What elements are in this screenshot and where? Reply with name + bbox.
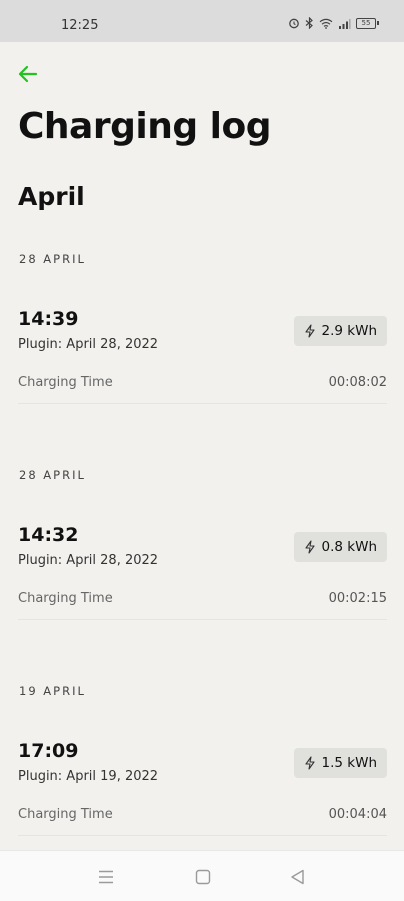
triangle-back-icon[interactable] [289, 868, 307, 886]
charging-time-value: 00:08:02 [328, 375, 387, 390]
bluetooth-icon [305, 17, 313, 29]
date-header: 19 APRIL [19, 684, 86, 698]
date-header: 28 APRIL [19, 252, 86, 266]
home-square-icon[interactable] [194, 868, 212, 886]
entry-time: 14:39 [18, 308, 79, 330]
alarm-icon [289, 18, 299, 29]
status-time: 12:25 [61, 18, 99, 33]
signal-icon [339, 18, 351, 29]
divider [18, 403, 387, 404]
energy-value: 0.8 kWh [321, 539, 377, 555]
back-arrow-icon[interactable] [16, 62, 40, 86]
battery-icon: 55 [356, 17, 379, 29]
status-bar: 12:25 55 [0, 0, 404, 42]
status-icons: 55 [288, 17, 379, 29]
entry-plugin-date: Plugin: April 28, 2022 [18, 337, 159, 352]
divider [18, 619, 387, 620]
entry-time: 17:09 [18, 740, 79, 762]
energy-badge: 2.9 kWh [293, 316, 387, 346]
month-title: April [18, 182, 85, 211]
charging-time-label: Charging Time [18, 375, 113, 390]
divider [18, 835, 387, 836]
date-header: 28 APRIL [19, 468, 86, 482]
system-nav-bar [0, 850, 404, 901]
lightning-icon [304, 756, 315, 770]
energy-value: 2.9 kWh [321, 323, 377, 339]
log-entry[interactable]: 17:09 Plugin: April 19, 2022 1.5 kWh Cha… [18, 740, 387, 850]
battery-level: 55 [356, 17, 376, 29]
lightning-icon [304, 540, 315, 554]
entry-time: 14:32 [18, 524, 79, 546]
menu-icon[interactable] [97, 868, 115, 886]
page-title: Charging log [18, 106, 271, 147]
log-entry[interactable]: 14:32 Plugin: April 28, 2022 0.8 kWh Cha… [18, 524, 387, 634]
log-entry[interactable]: 14:39 Plugin: April 28, 2022 2.9 kWh Cha… [18, 308, 387, 418]
lightning-icon [304, 324, 315, 338]
energy-value: 1.5 kWh [321, 755, 377, 771]
charging-time-label: Charging Time [18, 591, 113, 606]
energy-badge: 0.8 kWh [293, 532, 387, 562]
entry-plugin-date: Plugin: April 19, 2022 [18, 769, 159, 784]
charging-time-label: Charging Time [18, 807, 113, 822]
entry-plugin-date: Plugin: April 28, 2022 [18, 553, 159, 568]
wifi-icon [319, 18, 333, 29]
charging-time-value: 00:02:15 [328, 591, 387, 606]
charging-time-value: 00:04:04 [328, 807, 387, 822]
energy-badge: 1.5 kWh [293, 748, 387, 778]
